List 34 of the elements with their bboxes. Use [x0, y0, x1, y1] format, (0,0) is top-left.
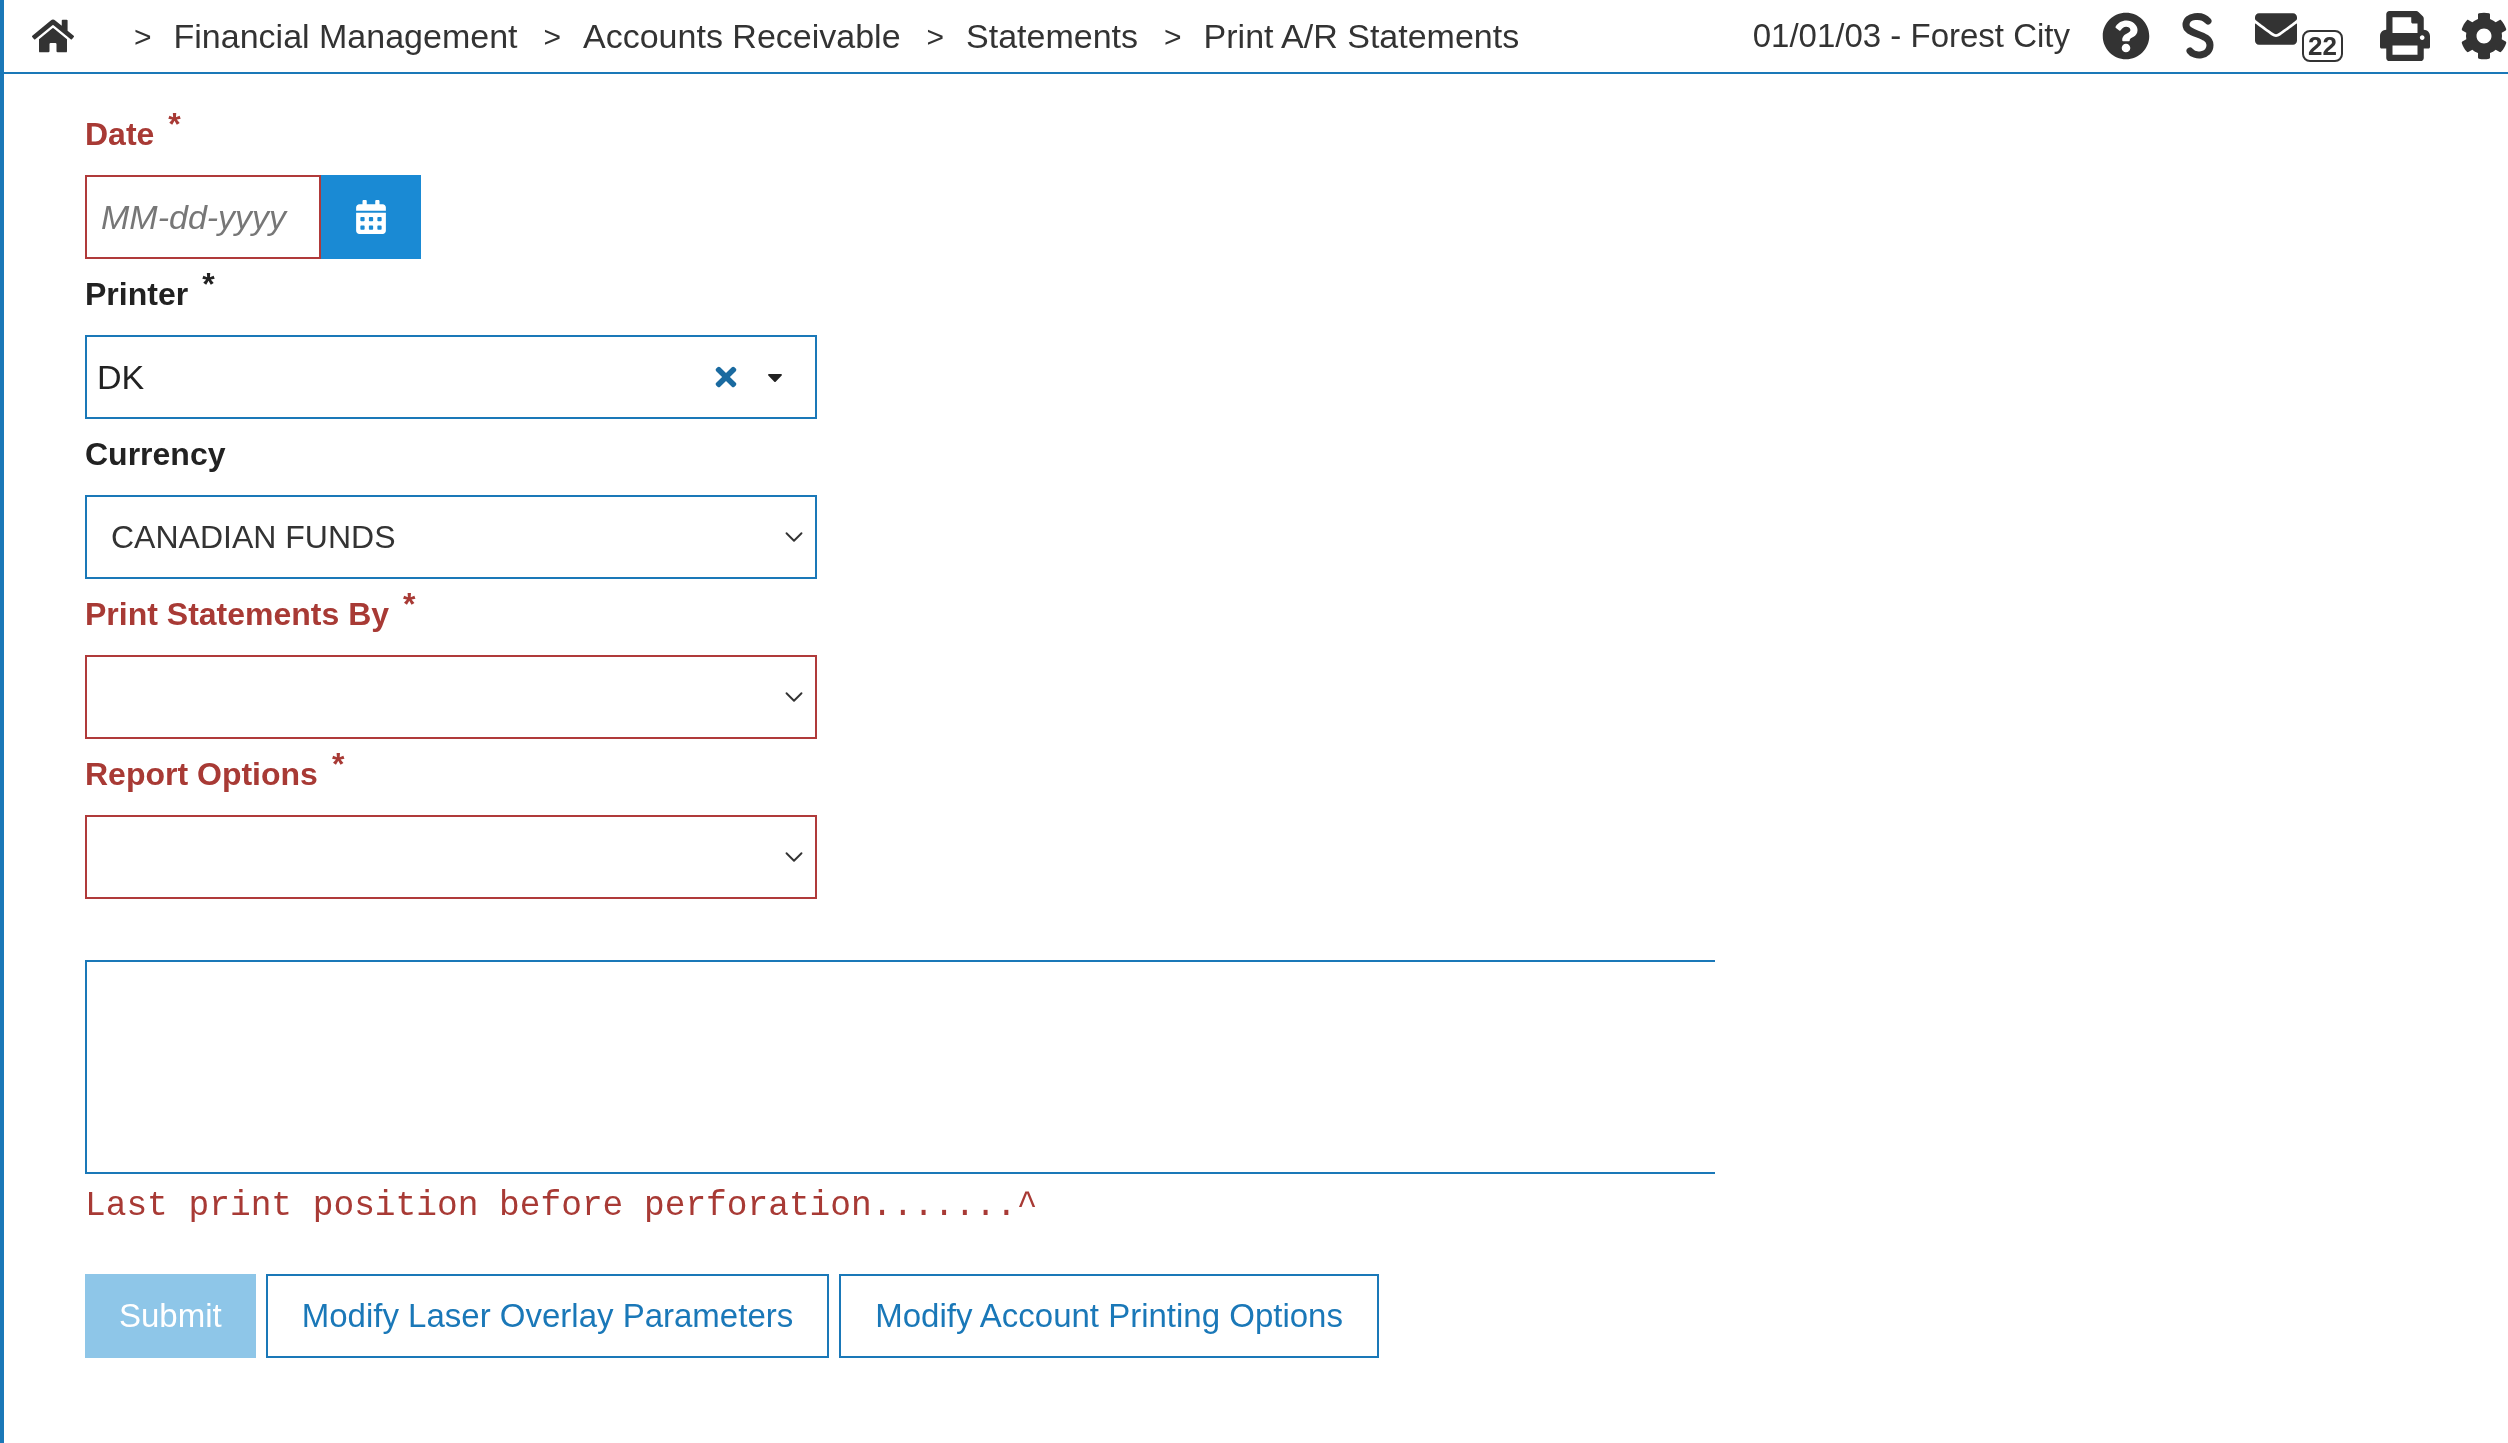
- action-button[interactable]: Modify Laser Overlay Parameters: [265, 1273, 830, 1358]
- breadcrumb-link[interactable]: Print A/R Statements: [1203, 10, 1520, 62]
- select-field[interactable]: [85, 815, 817, 899]
- breadcrumb-separator: >: [926, 18, 945, 55]
- date-input-field[interactable]: MM-dd-yyyy: [85, 175, 321, 259]
- breadcrumb-separator: >: [543, 18, 562, 55]
- action-button[interactable]: Modify Account Printing Options: [839, 1273, 1379, 1358]
- required-asterisk: *: [202, 268, 215, 300]
- field-label: Date: [85, 118, 155, 150]
- breadcrumb-link[interactable]: Accounts Receivable: [583, 10, 901, 62]
- home-icon[interactable]: [32, 17, 74, 55]
- calendar-button[interactable]: [321, 175, 421, 259]
- perforation-caption: Last print position before perforation.......^: [85, 1185, 1039, 1227]
- print-icon[interactable]: [2380, 11, 2430, 61]
- breadcrumb-separator: >: [1164, 18, 1182, 55]
- calendar-icon: [356, 200, 386, 234]
- printer-combobox[interactable]: DK: [85, 335, 817, 419]
- mail-count-badge: 22: [2302, 30, 2343, 62]
- field-label: Report Options: [85, 758, 318, 790]
- breadcrumb-link[interactable]: Financial Management: [173, 10, 518, 62]
- required-asterisk: *: [168, 108, 181, 140]
- select-field[interactable]: CANADIAN FUNDS: [85, 495, 817, 579]
- breadcrumb-link[interactable]: Statements: [966, 10, 1139, 62]
- select-field[interactable]: [85, 655, 817, 739]
- field-label: Print Statements By: [85, 598, 390, 630]
- required-asterisk: *: [403, 588, 416, 620]
- breadcrumb-separator: >: [134, 18, 152, 55]
- help-icon[interactable]: [2102, 12, 2150, 60]
- field-label: Printer: [85, 278, 189, 310]
- settings-icon[interactable]: [2460, 12, 2508, 60]
- field-label: Currency: [85, 438, 226, 470]
- session-info: 01/01/03 - Forest City: [1752, 16, 2070, 57]
- mail-button[interactable]: 22: [2250, 4, 2344, 68]
- required-asterisk: *: [331, 748, 345, 780]
